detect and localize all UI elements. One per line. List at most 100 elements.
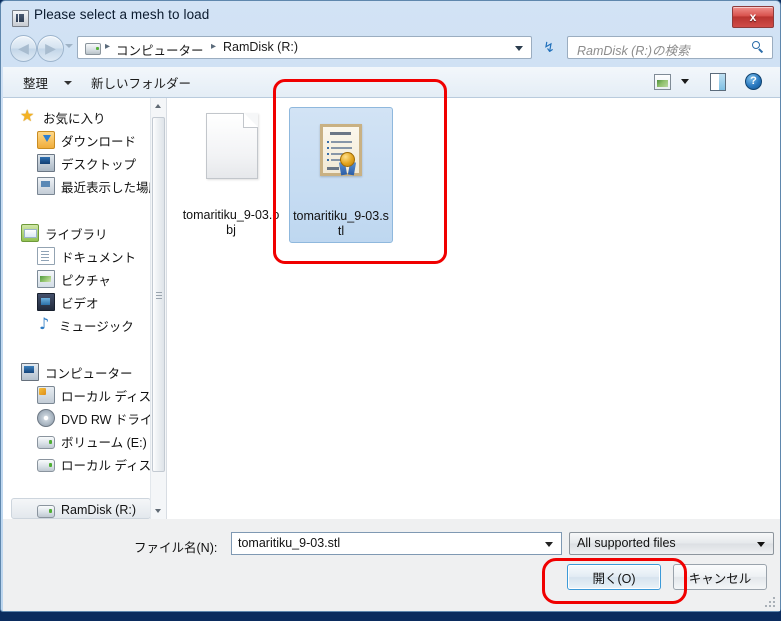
- sidebar-item-label: ドキュメント: [61, 250, 137, 265]
- search-input[interactable]: RamDisk (R:)の検索: [567, 36, 773, 59]
- sidebar-item-recent-places[interactable]: 最近表示した場所: [37, 175, 161, 197]
- navigation-bar: ◀ ▶ ▸ コンピューター ▸ RamDisk (R:) ↯ RamDisk (…: [1, 31, 781, 65]
- forward-button[interactable]: ▶: [37, 35, 64, 62]
- file-name-label: ファイル名(N):: [134, 541, 218, 555]
- sidebar-group-label: お気に入り: [43, 111, 106, 126]
- refresh-icon[interactable]: ↯: [537, 36, 561, 59]
- sidebar-item-label: デスクトップ: [61, 157, 137, 172]
- search-icon: [752, 41, 765, 54]
- star-icon: [20, 106, 37, 125]
- sidebar-item-label: ビデオ: [61, 296, 99, 311]
- dialog-footer: ファイル名(N): tomaritiku_9-03.stl All suppor…: [3, 519, 780, 611]
- sidebar-item-downloads[interactable]: ダウンロード: [37, 129, 136, 151]
- scroll-down-arrow-icon[interactable]: [151, 503, 166, 519]
- music-icon: [37, 314, 53, 333]
- computer-icon: [21, 363, 39, 381]
- sidebar-item-local-disk-c[interactable]: ローカル ディス: [37, 384, 151, 406]
- sidebar-item-ramdisk[interactable]: RamDisk (R:): [37, 499, 136, 519]
- blank-document-icon: [206, 113, 258, 179]
- sidebar-item-label: ピクチャ: [61, 273, 111, 288]
- sidebar-item-desktop[interactable]: デスクトップ: [37, 152, 136, 174]
- command-toolbar: 整理 新しいフォルダー ?: [3, 67, 780, 98]
- view-mode-chevron-down-icon[interactable]: [681, 79, 689, 84]
- sidebar-item-pictures[interactable]: ピクチャ: [37, 268, 111, 290]
- file-name-input[interactable]: tomaritiku_9-03.stl: [231, 532, 562, 555]
- chevron-down-icon: [757, 542, 765, 547]
- help-icon[interactable]: ?: [745, 73, 762, 90]
- recent-locations-chevron-down-icon[interactable]: [65, 44, 73, 48]
- sidebar-item-label: 最近表示した場所: [61, 180, 162, 195]
- address-chevron-down-icon[interactable]: [515, 46, 523, 51]
- sidebar-item-label: DVD RW ドライ: [61, 412, 153, 427]
- resize-grip[interactable]: [763, 595, 775, 607]
- libraries-icon: [21, 224, 39, 242]
- drive-icon: [37, 459, 55, 472]
- dvd-drive-icon: [37, 409, 55, 427]
- address-bar[interactable]: ▸ コンピューター ▸ RamDisk (R:): [77, 36, 532, 59]
- certificate-document-icon: [320, 124, 362, 176]
- chevron-down-icon[interactable]: [545, 542, 553, 547]
- dialog-title: Please select a mesh to load: [34, 7, 210, 22]
- desktop-icon: [37, 154, 55, 172]
- help-glyph: ?: [750, 74, 757, 87]
- forward-arrow-icon: ▶: [45, 40, 56, 57]
- file-list-pane[interactable]: tomaritiku_9-03.obj tomaritiku_9-03.stl: [167, 98, 780, 519]
- back-button[interactable]: ◀: [10, 35, 37, 62]
- sidebar-group-label: コンピューター: [45, 366, 133, 381]
- system-drive-icon: [37, 386, 55, 404]
- breadcrumb-item-ramdisk[interactable]: RamDisk (R:): [223, 40, 298, 54]
- sidebar-item-local-disk-2[interactable]: ローカル ディス: [37, 453, 151, 475]
- scrollbar-thumb[interactable]: [152, 117, 165, 472]
- close-button[interactable]: x: [732, 6, 774, 28]
- file-thumbnail: [290, 108, 392, 208]
- sidebar-item-dvd-drive[interactable]: DVD RW ドライ: [37, 407, 152, 429]
- sidebar-item-label: ローカル ディス: [61, 389, 152, 404]
- sidebar-item-label: ローカル ディス: [61, 458, 152, 473]
- new-folder-button[interactable]: 新しいフォルダー: [91, 73, 191, 92]
- downloads-folder-icon: [37, 131, 55, 149]
- file-item-obj[interactable]: tomaritiku_9-03.obj: [180, 107, 282, 241]
- sidebar-item-videos[interactable]: ビデオ: [37, 291, 99, 313]
- sidebar-item-label: RamDisk (R:): [61, 503, 136, 517]
- file-name-label: tomaritiku_9-03.stl: [293, 209, 389, 238]
- sidebar-item-label: ミュージック: [59, 319, 134, 334]
- file-name-value: tomaritiku_9-03.stl: [238, 536, 341, 550]
- file-type-filter-value: All supported files: [577, 536, 676, 550]
- recent-places-icon: [37, 177, 55, 195]
- search-placeholder: RamDisk (R:)の検索: [577, 44, 690, 58]
- pictures-icon: [37, 270, 55, 288]
- close-icon: x: [749, 10, 757, 24]
- sidebar-group-libraries[interactable]: ライブラリ: [21, 222, 108, 244]
- sidebar-item-label: ダウンロード: [61, 134, 137, 149]
- breadcrumb-separator: ▸: [105, 41, 111, 52]
- sidebar-group-computer[interactable]: コンピューター: [21, 361, 133, 383]
- breadcrumb-separator: ▸: [211, 41, 217, 52]
- sidebar-scrollbar[interactable]: [150, 98, 166, 519]
- view-mode-icon[interactable]: [654, 74, 671, 90]
- sidebar-item-label: ボリューム (E:): [61, 435, 147, 450]
- sidebar-group-label: ライブラリ: [45, 227, 108, 242]
- title-bar: Please select a mesh to load x: [1, 1, 781, 31]
- file-name-label: tomaritiku_9-03.obj: [182, 208, 280, 237]
- file-type-filter-dropdown[interactable]: All supported files: [569, 532, 774, 555]
- navigation-pane: お気に入り ダウンロード デスクトップ 最近表示した場所 ライブラリ ドキ: [3, 98, 167, 519]
- sidebar-group-favorites[interactable]: お気に入り: [20, 106, 106, 128]
- scroll-up-arrow-icon[interactable]: [151, 98, 166, 114]
- sidebar-item-documents[interactable]: ドキュメント: [37, 245, 136, 267]
- open-button[interactable]: 開く(O): [567, 564, 661, 590]
- file-thumbnail: [180, 107, 282, 207]
- chevron-down-icon[interactable]: [64, 81, 72, 85]
- breadcrumb-item-computer[interactable]: コンピューター: [116, 40, 204, 59]
- file-open-dialog: Please select a mesh to load x ◀ ▶ ▸ コンピ…: [0, 0, 781, 612]
- organize-button[interactable]: 整理: [19, 73, 52, 92]
- sidebar-item-volume-e[interactable]: ボリューム (E:): [37, 430, 147, 452]
- application-icon: [12, 10, 29, 27]
- drive-icon: [37, 436, 55, 449]
- file-item-stl[interactable]: tomaritiku_9-03.stl: [289, 107, 393, 243]
- desktop-background-strip: [0, 612, 781, 621]
- back-arrow-icon: ◀: [18, 40, 29, 57]
- preview-pane-icon[interactable]: [710, 73, 726, 91]
- cancel-button[interactable]: キャンセル: [673, 564, 767, 590]
- drive-icon: [85, 43, 101, 55]
- sidebar-item-music[interactable]: ミュージック: [37, 314, 134, 336]
